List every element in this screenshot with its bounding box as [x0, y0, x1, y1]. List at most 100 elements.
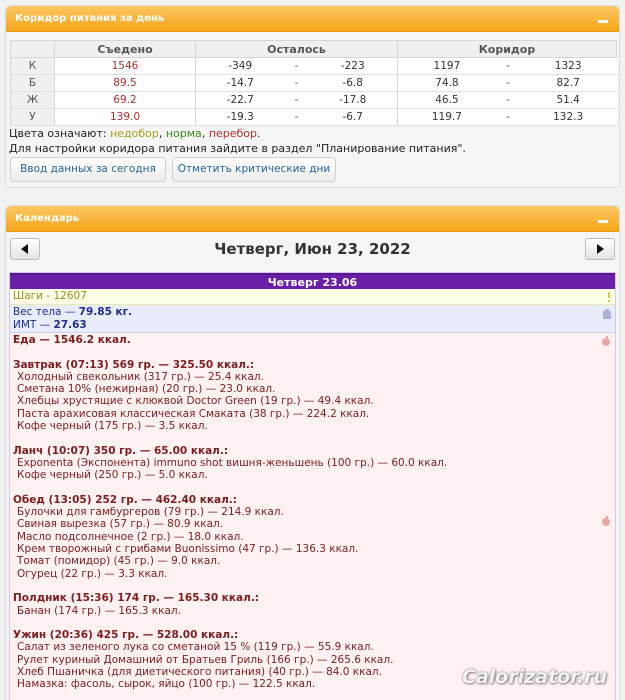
meal-item: Exponenta (Экспонента) immuno shot вишня…	[17, 456, 448, 469]
meal-item: Огурец (22 гр.) — 3.3 ккал.	[17, 567, 168, 580]
corridor-max-value: 1323	[519, 57, 617, 75]
corridor-min-value: 119.7	[397, 108, 496, 126]
food-row: Еда — 1546.2 ккал. Завтрак (07:13) 569 г…	[10, 333, 615, 700]
minus-icon[interactable]	[597, 212, 609, 224]
left-max-value: -6.8	[308, 74, 398, 92]
meal-item: Холодный свекольник (317 гр.) — 25.4 кка…	[17, 370, 264, 383]
eaten-value: 1546	[54, 57, 196, 75]
meal-item: Масло подсолнечное (2 гр.) — 18.0 ккал.	[17, 530, 244, 543]
day-entry: Четверг 23.06 Шаги - 12607 Вес тела — 79…	[9, 272, 616, 700]
legend-separator: ,	[201, 127, 209, 140]
left-max-value: -6.7	[308, 108, 398, 126]
meal-item: Паста арахисовая классическая Смаката (3…	[17, 407, 370, 420]
corridor-row: К 1546 -349- -223 1197-1323	[10, 57, 617, 75]
legend-low: недобор	[110, 127, 159, 140]
meal-item: Крем творожный с грибами Buonissimo (47 …	[17, 543, 359, 556]
meal-item: Хлебцы хрустящие с клюквой Doctor Green …	[17, 395, 374, 408]
range-dash: -	[495, 108, 520, 126]
corridor-min-value: 1197	[397, 57, 496, 75]
corridor-panel-header[interactable]: Коридор питания за день	[6, 6, 619, 32]
left-max-value: -223	[308, 57, 398, 75]
meal-item: Свиная вырезка (57 гр.) — 80.9 ккал.	[17, 518, 224, 531]
meal-title[interactable]: Полдник (15:36) 174 гр. — 165.30 ккал.:	[13, 592, 612, 604]
bmi-value: 27.63	[53, 319, 87, 331]
legend-separator: ,	[158, 127, 166, 140]
column-header-left: Осталось	[195, 40, 398, 58]
corridor-row: Ж 69.2 -22.7- -17.8 46.5-51.4	[10, 91, 617, 109]
corridor-max-value: 132.3	[519, 108, 617, 126]
minus-icon[interactable]	[597, 12, 609, 24]
left-min-value: -14.7	[195, 74, 285, 92]
day-bar[interactable]: Четверг 23.06	[10, 273, 615, 289]
range-dash: -	[284, 108, 309, 126]
row-label: У	[10, 108, 55, 126]
meal-item: Булочки для гамбургеров (79 гр.) — 214.9…	[17, 506, 284, 519]
color-legend: Цвета означают: недобор, норма, перебор.	[9, 127, 261, 140]
apple-icon	[602, 336, 610, 346]
corridor-row: Б 89.5 -14.7- -6.8 74.8-82.7	[10, 74, 617, 92]
column-header-corridor: Коридор	[397, 40, 617, 58]
meal-block: Ланч (10:07) 350 гр. — 65.00 ккал.: Expon…	[13, 445, 612, 482]
corridor-max-value: 51.4	[519, 91, 617, 109]
meal-item: Сметана 10% (нежирная) (20 гр.) — 23.0 к…	[17, 383, 276, 396]
row-label: Б	[10, 74, 55, 92]
meals-list: Завтрак (07:13) 569 гр. — 325.50 ккал.: Х…	[13, 359, 612, 691]
left-min-value: -349	[195, 57, 285, 75]
range-dash: -	[284, 57, 309, 75]
arrow-right-icon	[597, 244, 604, 254]
corridor-panel: Коридор питания за день Съедено Осталось…	[5, 5, 620, 188]
eaten-value: 139.0	[54, 108, 196, 126]
meal-item: Салат из зеленого лука со сметаной 15 % …	[17, 641, 374, 654]
meal-title[interactable]: Ужин (20:36) 425 гр. — 528.00 ккал.:	[13, 629, 612, 641]
meal-block: Обед (13:05) 252 гр. — 462.40 ккал.: Було…	[13, 494, 612, 580]
corridor-table-header: Съедено Осталось Коридор	[10, 40, 617, 58]
meal-title[interactable]: Обед (13:05) 252 гр. — 462.40 ккал.:	[13, 494, 612, 506]
corridor-max-value: 82.7	[519, 74, 617, 92]
range-dash: -	[284, 74, 309, 92]
corridor-hint: Для настройки коридора питания зайдите в…	[9, 142, 466, 155]
left-min-value: -19.3	[195, 108, 285, 126]
eaten-value: 89.5	[54, 74, 196, 92]
meal-item: Банан (174 гр.) — 165.3 ккал.	[17, 604, 181, 617]
range-dash: -	[284, 91, 309, 109]
weight-row: Вес тела — 79.85 кг. ИМТ — 27.63	[10, 305, 615, 333]
previous-day-button[interactable]	[10, 238, 40, 260]
weight-line: Вес тела — 79.85 кг.	[13, 306, 612, 319]
bmi-label: ИМТ —	[13, 319, 54, 331]
legend-norm: норма	[165, 127, 202, 140]
arrow-left-icon	[21, 244, 28, 254]
weight-label: Вес тела —	[13, 306, 79, 318]
meal-block: Завтрак (07:13) 569 гр. — 325.50 ккал.: Х…	[13, 359, 612, 433]
calendar-panel-header[interactable]: Календарь	[6, 206, 619, 232]
watermark-logo: Calorizator.ru	[462, 666, 608, 688]
column-header-empty	[10, 40, 55, 58]
food-total: Еда — 1546.2 ккал.	[13, 334, 131, 346]
row-label: Ж	[10, 91, 55, 109]
steps-row: Шаги - 12607	[10, 289, 615, 305]
corridor-min-value: 74.8	[397, 74, 496, 92]
range-dash: -	[495, 57, 520, 75]
legend-prefix: Цвета означают:	[9, 127, 111, 140]
meal-item: Кофе черный (250 гр.) — 5.0 ккал.	[17, 469, 208, 482]
column-header-eaten: Съедено	[54, 40, 196, 58]
enter-today-data-button[interactable]: Ввод данных за сегодня	[10, 157, 166, 182]
date-title: Четверг, Июн 23, 2022	[214, 240, 411, 258]
corridor-panel-title: Коридор питания за день	[15, 13, 165, 24]
meal-item: Рулет куриный Домашний от Братьев Гриль …	[17, 653, 394, 666]
exclamation-icon	[608, 292, 610, 302]
mark-critical-days-button[interactable]: Отметить критические дни	[172, 157, 336, 182]
calendar-panel-title: Календарь	[15, 213, 80, 224]
meal-title[interactable]: Завтрак (07:13) 569 гр. — 325.50 ккал.:	[13, 359, 612, 371]
scale-icon	[603, 309, 611, 319]
meal-item: Томат (помидор) (45 гр.) — 9.0 ккал.	[17, 555, 221, 568]
meal-block: Полдник (15:36) 174 гр. — 165.30 ккал.: Б…	[13, 592, 612, 617]
meal-title[interactable]: Ланч (10:07) 350 гр. — 65.00 ккал.:	[13, 445, 612, 457]
row-label: К	[10, 57, 55, 75]
legend-over: перебор	[208, 127, 258, 140]
calendar-panel: Календарь Четверг, Июн 23, 2022 Четверг …	[5, 205, 620, 700]
range-dash: -	[495, 91, 520, 109]
apple-icon	[602, 516, 610, 526]
legend-end: .	[257, 127, 261, 140]
next-day-button[interactable]	[585, 238, 615, 260]
left-max-value: -17.8	[308, 91, 398, 109]
